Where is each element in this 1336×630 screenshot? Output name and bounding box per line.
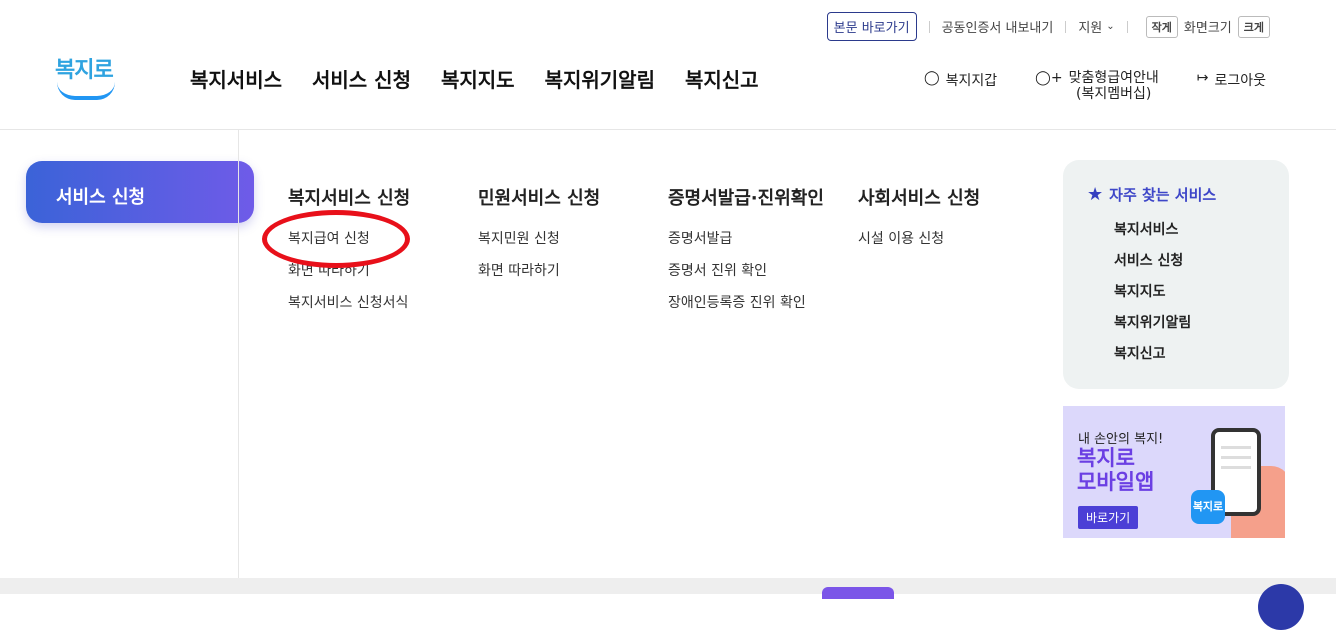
menu-item-apply-forms[interactable]: 복지서비스 신청서식 bbox=[288, 294, 410, 326]
user-nav: ◯ 복지지갑 ◯+ 맞춤형급여안내 (복지멤버십) ↦ 로그아웃 bbox=[924, 70, 1266, 102]
star-icon: ★ bbox=[1087, 184, 1104, 205]
membership-link[interactable]: ◯+ 맞춤형급여안내 (복지멤버십) bbox=[1035, 70, 1159, 102]
banner-title-line2: 모바일앱 bbox=[1077, 470, 1155, 494]
wallet-link[interactable]: ◯ 복지지갑 bbox=[924, 70, 997, 90]
logout-icon: ↦ bbox=[1196, 70, 1209, 86]
nav-welfare-report[interactable]: 복지신고 bbox=[685, 64, 759, 93]
logo-text: 복지로 bbox=[55, 58, 114, 83]
main-nav: 복지서비스 서비스 신청 복지지도 복지위기알림 복지신고 bbox=[190, 64, 759, 93]
app-logo-icon: 복지로 bbox=[1191, 490, 1225, 524]
divider bbox=[1126, 20, 1128, 33]
chevron-down-icon: ⌄ bbox=[1106, 21, 1115, 32]
nav-service-apply[interactable]: 서비스 신청 bbox=[312, 64, 411, 93]
membership-label-line1: 맞춤형급여안내 bbox=[1068, 70, 1159, 86]
banner-title-line1: 복지로 bbox=[1077, 446, 1135, 470]
skip-to-content-link[interactable]: 본문 바로가기 bbox=[826, 12, 917, 41]
utility-bar: 본문 바로가기 공동인증서 내보내기 지원 ⌄ 작게 화면크기 크게 bbox=[826, 12, 1276, 41]
favorites-panel: ★ 자주 찾는 서비스 복지서비스 서비스 신청 복지지도 복지위기알림 복지신… bbox=[1063, 160, 1289, 389]
logout-label: 로그아웃 bbox=[1214, 73, 1266, 89]
nav-welfare-service[interactable]: 복지서비스 bbox=[190, 64, 282, 93]
favorite-item[interactable]: 복지신고 bbox=[1114, 343, 1289, 374]
divider bbox=[1065, 20, 1067, 33]
banner-go-button[interactable]: 바로가기 bbox=[1078, 506, 1139, 529]
banner-title: 복지로 모바일앱 bbox=[1077, 446, 1154, 494]
logo-smile-mark bbox=[57, 82, 115, 100]
nav-welfare-map[interactable]: 복지지도 bbox=[441, 64, 515, 93]
cert-export-link[interactable]: 공동인증서 내보내기 bbox=[942, 17, 1054, 36]
favorites-title: ★ 자주 찾는 서비스 bbox=[1087, 184, 1289, 205]
menu-item-civil-apply[interactable]: 복지민원 신청 bbox=[478, 230, 600, 262]
site-logo[interactable]: 복지로 bbox=[55, 52, 119, 104]
menu-item-facility-apply[interactable]: 시설 이용 신청 bbox=[858, 230, 980, 262]
user-icon: ◯ bbox=[923, 70, 940, 86]
membership-label-line2: (복지멤버십) bbox=[1075, 86, 1152, 102]
divider bbox=[238, 130, 239, 578]
menu-item-cert-verify[interactable]: 증명서 진위 확인 bbox=[668, 262, 824, 294]
floating-tab[interactable] bbox=[822, 587, 894, 599]
favorite-item[interactable]: 복지지도 bbox=[1114, 281, 1289, 312]
divider bbox=[928, 20, 930, 33]
logout-link[interactable]: ↦ 로그아웃 bbox=[1197, 70, 1266, 90]
user-plus-icon: ◯+ bbox=[1035, 70, 1063, 86]
nav-crisis-alert[interactable]: 복지위기알림 bbox=[545, 64, 655, 93]
column-title: 민원서비스 신청 bbox=[478, 188, 601, 209]
menu-item-follow-guide[interactable]: 화면 따라하기 bbox=[478, 262, 600, 294]
favorite-item[interactable]: 서비스 신청 bbox=[1114, 250, 1289, 281]
column-title: 증명서발급·진위확인 bbox=[668, 188, 824, 209]
menu-item-cert-issue[interactable]: 증명서발급 bbox=[668, 230, 824, 262]
font-size-label: 화면크기 bbox=[1183, 21, 1232, 36]
favorite-item[interactable]: 복지위기알림 bbox=[1114, 312, 1289, 343]
font-small-button[interactable]: 작게 bbox=[1145, 15, 1178, 38]
menu-item-disability-card-verify[interactable]: 장애인등록증 진위 확인 bbox=[668, 294, 824, 326]
support-dropdown[interactable]: 지원 ⌄ bbox=[1078, 17, 1114, 36]
annotation-red-circle bbox=[262, 210, 410, 268]
wallet-label: 복지지갑 bbox=[945, 73, 998, 89]
banner-tagline: 내 손안의 복지! bbox=[1078, 432, 1164, 447]
floating-circle-button[interactable] bbox=[1258, 584, 1304, 630]
mobile-app-banner[interactable]: 내 손안의 복지! 복지로 모바일앱 바로가기 복지로 bbox=[1063, 406, 1285, 538]
header: 본문 바로가기 공동인증서 내보내기 지원 ⌄ 작게 화면크기 크게 복지로 복… bbox=[0, 0, 1336, 130]
menu-column-civil-apply: 민원서비스 신청 복지민원 신청 화면 따라하기 bbox=[478, 184, 600, 294]
favorite-item[interactable]: 복지서비스 bbox=[1114, 219, 1289, 250]
favorites-title-text: 자주 찾는 서비스 bbox=[1109, 186, 1217, 204]
footer-strip bbox=[0, 578, 1336, 594]
menu-column-social-service: 사회서비스 신청 시설 이용 신청 bbox=[858, 184, 980, 262]
column-title: 복지서비스 신청 bbox=[288, 188, 411, 209]
font-large-button[interactable]: 크게 bbox=[1237, 15, 1270, 38]
support-label: 지원 bbox=[1078, 21, 1103, 36]
menu-column-certificates: 증명서발급·진위확인 증명서발급 증명서 진위 확인 장애인등록증 진위 확인 bbox=[668, 184, 824, 326]
column-title: 사회서비스 신청 bbox=[858, 188, 981, 209]
current-section-tab[interactable]: 서비스 신청 bbox=[26, 161, 254, 223]
